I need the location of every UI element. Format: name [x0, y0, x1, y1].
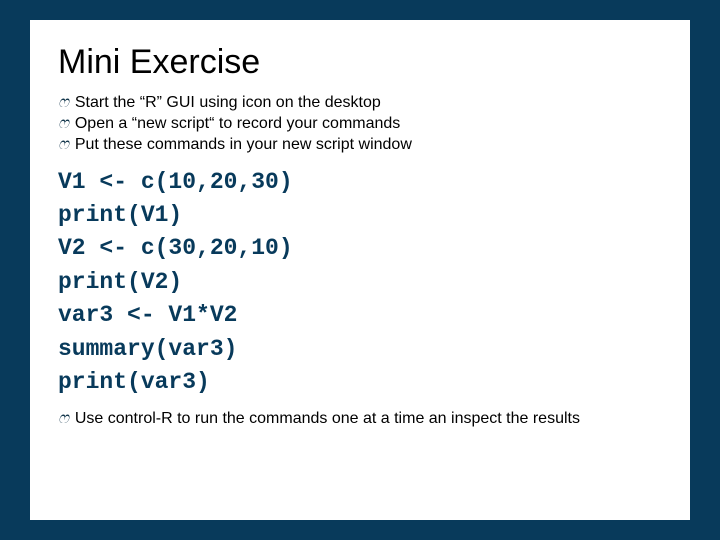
slide-content: Mini Exercise ෆ Start the “R” GUI using … [30, 20, 690, 520]
slide-frame: Mini Exercise ෆ Start the “R” GUI using … [0, 0, 720, 540]
code-line: summary(var3) [58, 336, 237, 362]
after-bullets: ෆ Use control-R to run the commands one … [58, 409, 662, 430]
code-block: V1 <- c(10,20,30) print(V1) V2 <- c(30,2… [58, 166, 662, 399]
code-line: var3 <- V1*V2 [58, 302, 237, 328]
bullet-item: ෆ Open a “new script“ to record your com… [58, 114, 662, 135]
bullet-glyph-icon: ෆ [58, 409, 69, 430]
code-line: print(V2) [58, 269, 182, 295]
code-line: V1 <- c(10,20,30) [58, 169, 293, 195]
bullet-text: Open a “new script“ to record your comma… [75, 114, 662, 135]
bullet-item: ෆ Start the “R” GUI using icon on the de… [58, 93, 662, 114]
bullet-glyph-icon: ෆ [58, 135, 69, 156]
bullet-glyph-icon: ෆ [58, 93, 69, 114]
bullet-item: ෆ Use control-R to run the commands one … [58, 409, 662, 430]
code-line: print(var3) [58, 369, 210, 395]
code-line: V2 <- c(30,20,10) [58, 235, 293, 261]
bullet-glyph-icon: ෆ [58, 114, 69, 135]
bullet-text: Put these commands in your new script wi… [75, 135, 662, 156]
code-line: print(V1) [58, 202, 182, 228]
bullet-item: ෆ Put these commands in your new script … [58, 135, 662, 156]
bullet-text: Use control-R to run the commands one at… [75, 409, 662, 429]
bullet-text: Start the “R” GUI using icon on the desk… [75, 93, 662, 114]
intro-bullets: ෆ Start the “R” GUI using icon on the de… [58, 93, 662, 155]
slide-title: Mini Exercise [58, 44, 662, 81]
